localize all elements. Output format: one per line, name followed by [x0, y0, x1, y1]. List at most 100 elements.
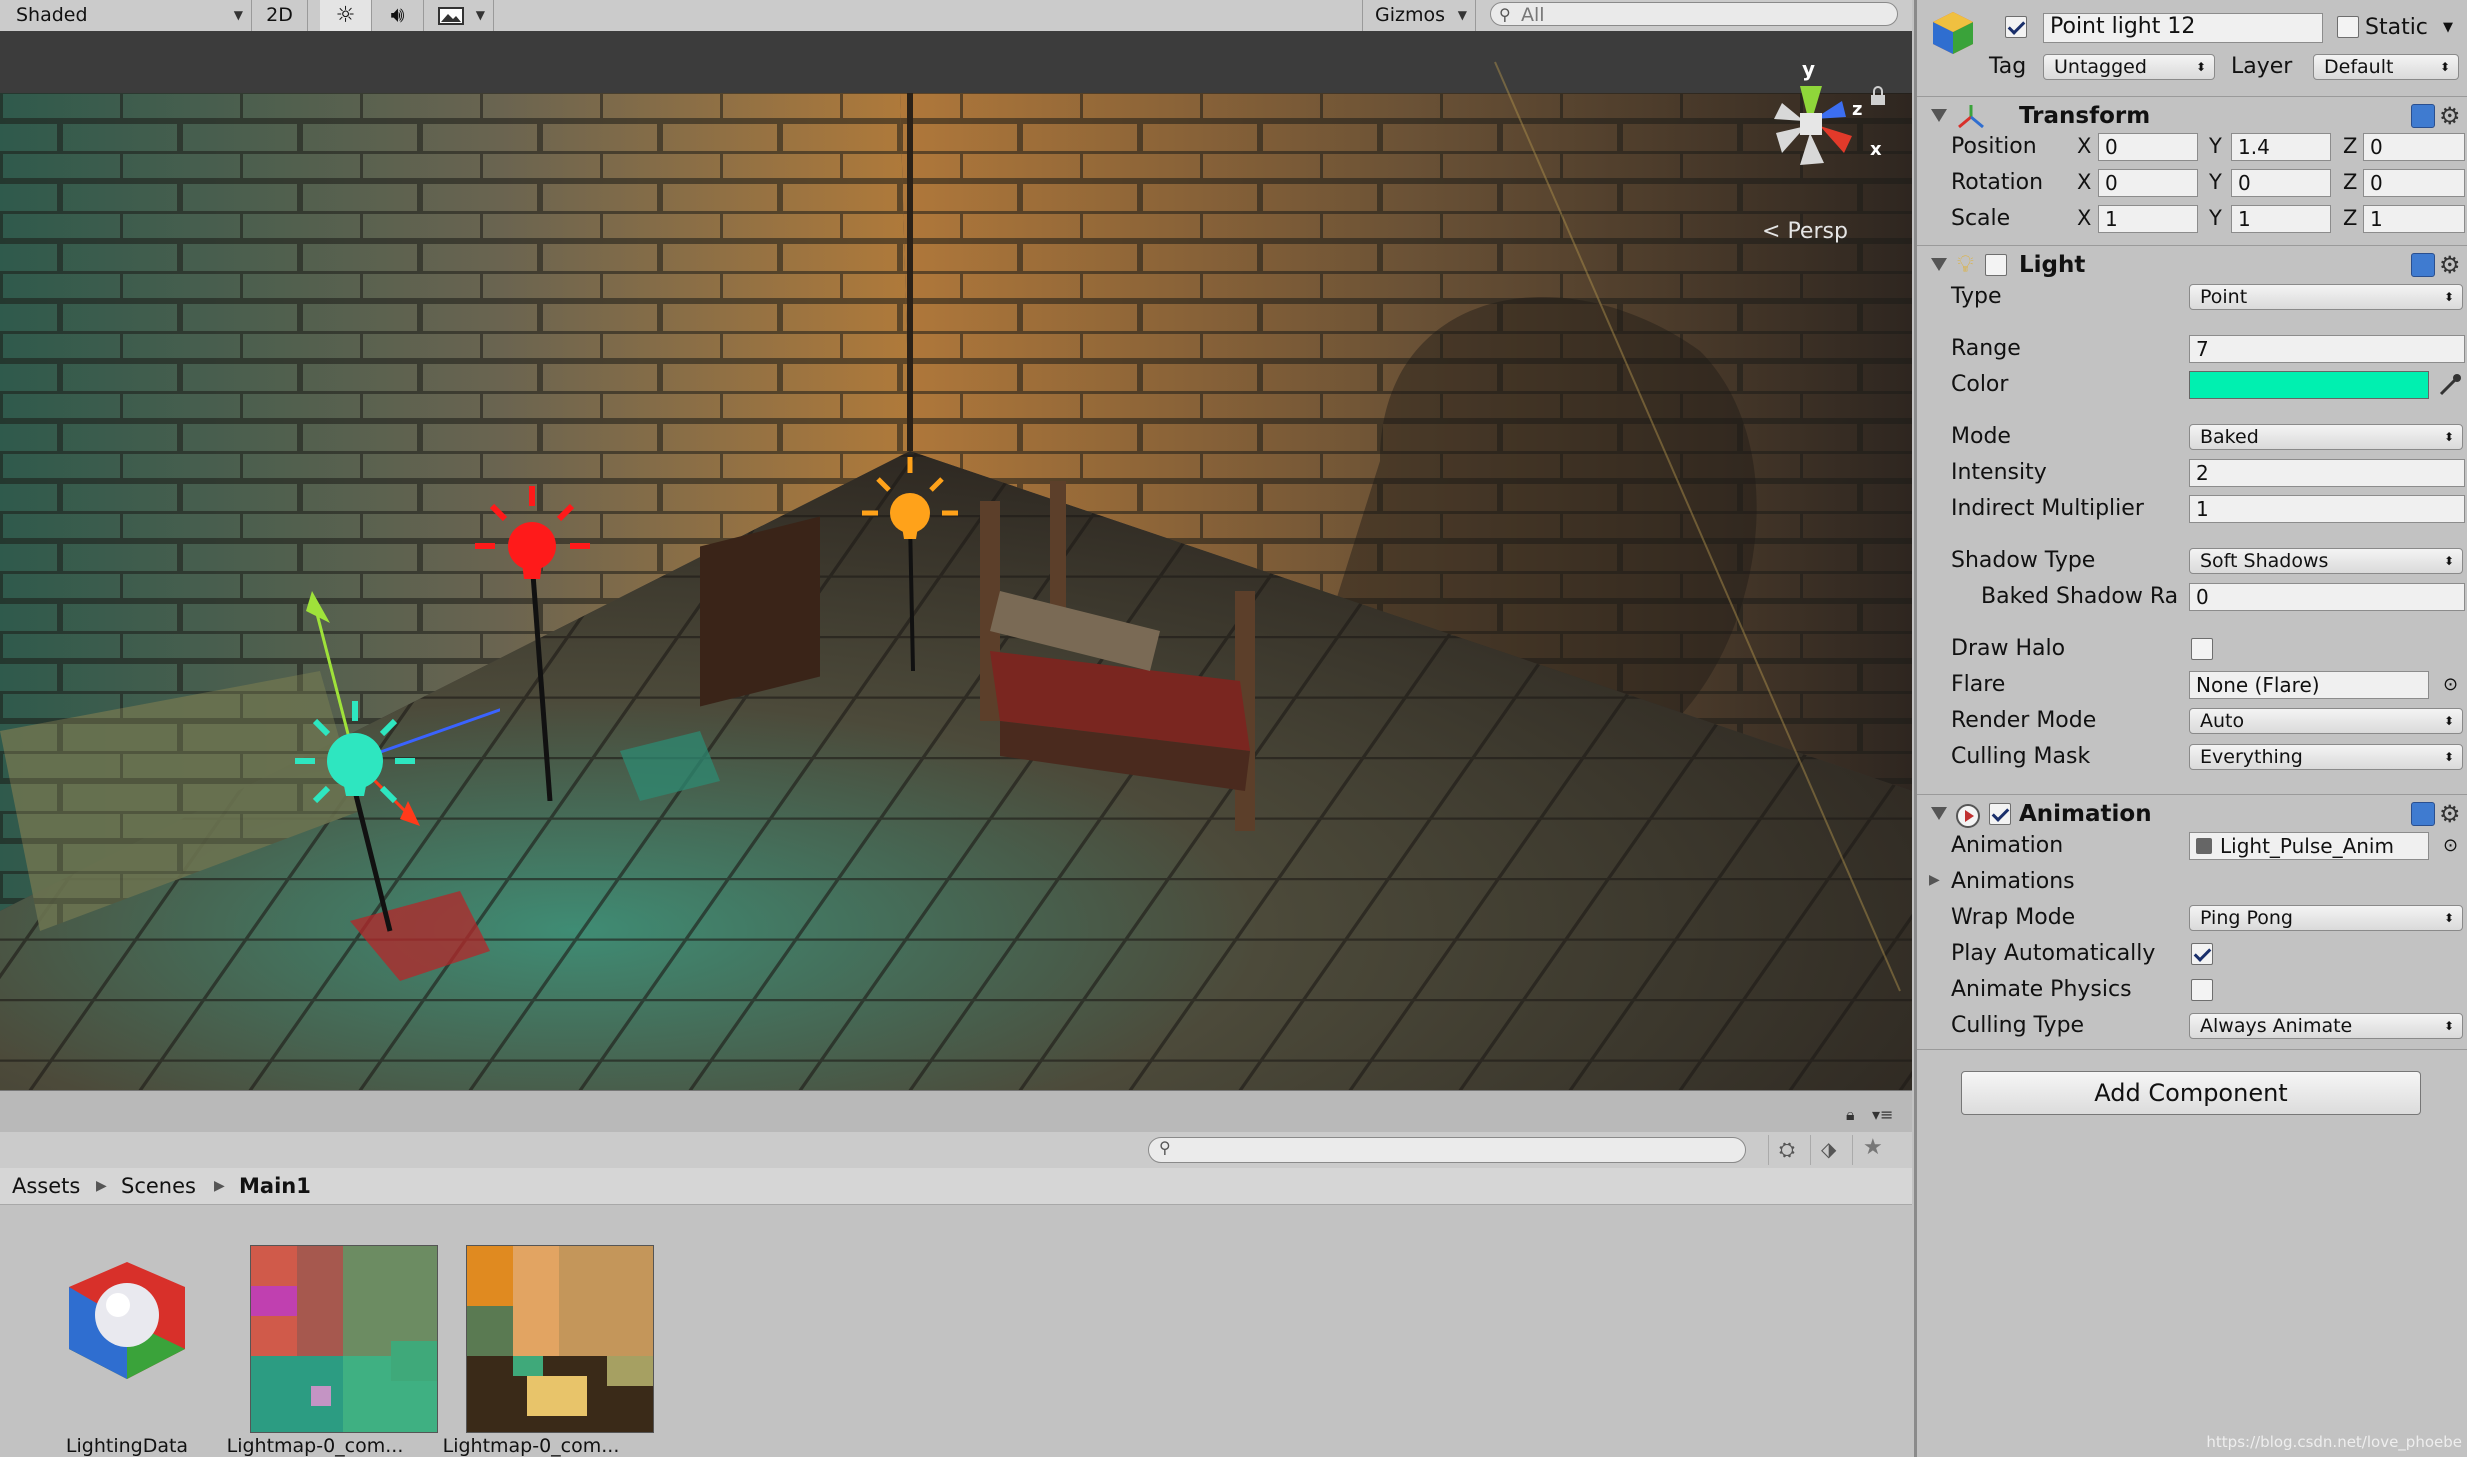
tag-icon: ⬗ — [1821, 1137, 1837, 1161]
lighting-data-icon — [69, 1262, 185, 1379]
breadcrumb-assets[interactable]: Assets — [12, 1168, 80, 1204]
scale-z-field[interactable]: 1 — [2363, 205, 2465, 233]
scene-toolbar: Shaded ▼ 2D ☼ 🔊︎ ▼ Gizmos ▼ ⚲ All — [0, 0, 1912, 32]
animation-enabled-checkbox[interactable] — [1989, 803, 2011, 825]
light-header[interactable]: 💡︎ Light ⚙ — [1917, 245, 2467, 284]
mode-dropdown[interactable]: Baked ⬍ — [2189, 424, 2463, 450]
eyedropper-icon[interactable] — [2437, 372, 2463, 398]
scene-lighting-toggle[interactable]: ☼ — [320, 0, 372, 31]
transform-header[interactable]: Transform ⚙ — [1917, 96, 2467, 135]
position-z-field[interactable]: 0 — [2363, 133, 2465, 161]
gear-icon[interactable]: ⚙ — [2439, 802, 2461, 826]
gear-icon[interactable]: ⚙ — [2439, 253, 2461, 277]
rotation-z-field[interactable]: 0 — [2363, 169, 2465, 197]
color-swatch[interactable] — [2189, 371, 2429, 399]
baked-shadow-radius-field[interactable]: 0 — [2189, 583, 2465, 611]
lock-icon[interactable] — [1870, 86, 1886, 106]
breadcrumb-separator-icon: ▶ — [214, 1178, 225, 1194]
projection-label: Persp — [1787, 219, 1848, 244]
orientation-gizmo[interactable]: y z x — [1740, 41, 1900, 191]
breadcrumb-main1[interactable]: Main1 — [239, 1168, 311, 1204]
y-axis-label: y — [1802, 57, 1816, 81]
scene-effects-dropdown[interactable]: ▼ — [424, 0, 494, 31]
search-icon: ⚲ — [1159, 1138, 1171, 1157]
position-x-field[interactable]: 0 — [2098, 133, 2198, 161]
culling-type-dropdown[interactable]: Always Animate ⬍ — [2189, 1013, 2463, 1039]
projection-toggle[interactable]: < Persp — [1762, 219, 1848, 244]
flare-label: Flare — [1951, 672, 2006, 697]
animations-label[interactable]: Animations — [1951, 866, 2075, 898]
culling-mask-dropdown[interactable]: Everything ⬍ — [2189, 744, 2463, 770]
culling-type-label: Culling Type — [1951, 1013, 2085, 1038]
light-enabled-checkbox[interactable] — [1985, 254, 2007, 276]
chevron-down-icon: ▼ — [1457, 8, 1467, 22]
star-icon: ★ — [1863, 1135, 1883, 1160]
object-name-field[interactable]: Point light 12 — [2043, 13, 2323, 43]
shadow-type-value: Soft Shadows — [2200, 550, 2329, 572]
orange-point-light-gizmo[interactable] — [860, 451, 960, 671]
help-icon[interactable] — [2411, 253, 2435, 277]
shadow-type-label: Shadow Type — [1951, 548, 2096, 573]
foldout-collapsed-icon[interactable]: ▶ — [1929, 872, 1940, 888]
axis-x-label: X — [2077, 206, 2092, 230]
animate-physics-checkbox[interactable] — [2191, 979, 2213, 1001]
help-icon[interactable] — [2411, 802, 2435, 826]
transform-title: Transform — [2019, 103, 2151, 129]
rotation-y-field[interactable]: 0 — [2231, 169, 2331, 197]
favorites-button[interactable]: ★ — [1852, 1135, 1893, 1165]
shadow-type-dropdown[interactable]: Soft Shadows ⬍ — [2189, 548, 2463, 574]
rotation-x-field[interactable]: 0 — [2098, 169, 2198, 197]
scene-audio-toggle[interactable]: 🔊︎ — [372, 0, 424, 31]
draw-halo-checkbox[interactable] — [2191, 638, 2213, 660]
panel-menu-icon[interactable]: ▾≡ — [1872, 1105, 1893, 1124]
breadcrumb-separator-icon: ▶ — [96, 1178, 107, 1194]
render-mode-dropdown[interactable]: Auto ⬍ — [2189, 708, 2463, 734]
object-picker-icon[interactable]: ⊙ — [2443, 833, 2458, 859]
axis-y-label: Y — [2209, 134, 2222, 158]
layer-dropdown[interactable]: Default ⬍ — [2313, 54, 2459, 80]
search-by-label-button[interactable]: ⬗ — [1810, 1135, 1851, 1165]
type-dropdown[interactable]: Point ⬍ — [2189, 284, 2463, 310]
tag-dropdown[interactable]: Untagged ⬍ — [2043, 54, 2215, 80]
search-icon: ⚲ — [1499, 5, 1511, 24]
shading-mode-dropdown[interactable]: Shaded ▼ — [0, 0, 252, 31]
chevron-down-icon[interactable]: ▼ — [2443, 12, 2453, 44]
scene-view[interactable]: y z x < Persp — [0, 31, 1912, 1090]
x-axis-label: x — [1870, 139, 1882, 160]
project-search-input[interactable]: ⚲ — [1148, 1137, 1746, 1163]
wrap-mode-dropdown[interactable]: Ping Pong ⬍ — [2189, 905, 2463, 931]
animation-header[interactable]: Animation ⚙ — [1917, 794, 2467, 833]
chevron-icon: ⬍ — [2443, 1019, 2454, 1033]
type-label: Type — [1951, 284, 2002, 309]
gizmos-dropdown[interactable]: Gizmos ▼ — [1362, 0, 1476, 31]
flare-field[interactable]: None (Flare) — [2189, 671, 2429, 699]
help-icon[interactable] — [2411, 104, 2435, 128]
section-divider — [1917, 1049, 2467, 1050]
object-picker-icon[interactable]: ⊙ — [2443, 672, 2458, 698]
chevron-icon: ⬍ — [2443, 714, 2454, 728]
indirect-multiplier-field[interactable]: 1 — [2189, 495, 2465, 523]
chevron-icon: ⬍ — [2195, 60, 2206, 74]
range-field[interactable]: 7 — [2189, 335, 2465, 363]
active-checkbox[interactable] — [2005, 16, 2027, 38]
axis-y-label: Y — [2209, 206, 2222, 230]
draw-halo-label: Draw Halo — [1951, 636, 2066, 661]
scale-x-field[interactable]: 1 — [2098, 205, 2198, 233]
static-checkbox[interactable] — [2337, 16, 2359, 38]
selected-point-light-gizmo[interactable] — [260, 591, 500, 951]
play-automatically-checkbox[interactable] — [2191, 943, 2213, 965]
gear-icon[interactable]: ⚙ — [2439, 104, 2461, 128]
add-component-button[interactable]: Add Component — [1961, 1071, 2421, 1115]
red-point-light-gizmo[interactable] — [470, 441, 600, 801]
scale-y-field[interactable]: 1 — [2231, 205, 2331, 233]
2d-toggle-button[interactable]: 2D — [252, 0, 308, 31]
intensity-label: Intensity — [1951, 460, 2047, 485]
search-by-type-button[interactable]: ⛭ — [1768, 1135, 1809, 1165]
intensity-field[interactable]: 2 — [2189, 459, 2465, 487]
animation-clip-field[interactable]: Light_Pulse_Anim — [2189, 832, 2429, 860]
lock-icon[interactable]: 🔒︎ — [1846, 1105, 1855, 1125]
scene-search-input[interactable]: ⚲ All — [1490, 2, 1898, 26]
position-y-field[interactable]: 1.4 — [2231, 133, 2331, 161]
culling-mask-value: Everything — [2200, 746, 2303, 768]
breadcrumb-scenes[interactable]: Scenes — [121, 1168, 196, 1204]
